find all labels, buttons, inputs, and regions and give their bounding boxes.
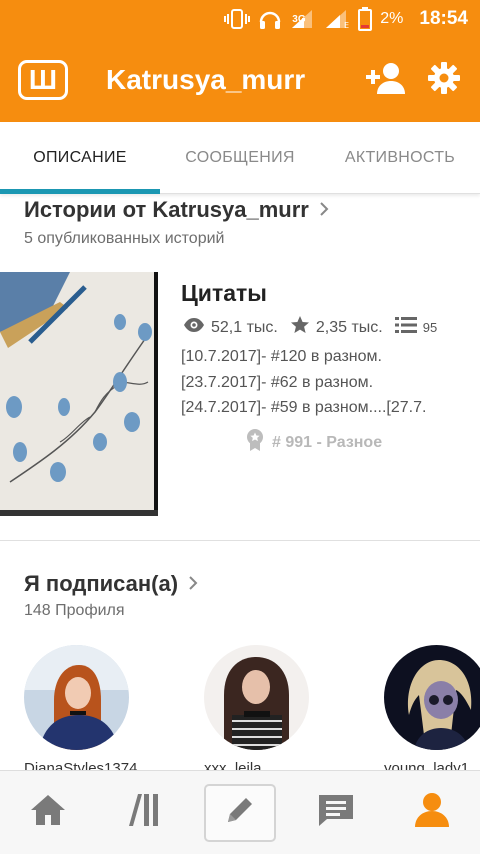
parts-count: 95 [422,320,438,335]
gear-icon [428,61,460,99]
add-person-icon [366,61,406,100]
profile-tabs: ОПИСАНИЕ СООБЩЕНИЯ АКТИВНОСТЬ [0,122,480,194]
settings-button[interactable] [422,58,466,102]
vibrate-icon [224,8,251,30]
stories-title: Истории от Katrusya_murr [24,197,309,222]
story-description-line: [10.7.2017]- #120 в разном. [181,348,382,365]
nav-write[interactable] [192,771,288,854]
tab-activity[interactable]: АКТИВНОСТЬ [320,122,480,193]
nav-library[interactable] [96,771,192,854]
story-cover[interactable] [0,272,158,516]
bottom-nav [0,770,480,854]
follow-button[interactable] [364,58,408,102]
story-stats: 52,1 тыс. 2,35 тыс. 95 [183,315,449,340]
stories-count: 5 опубликованных историй [24,230,225,247]
avatar[interactable] [204,645,309,750]
list-icon [394,317,417,338]
nav-profile[interactable] [384,771,480,854]
following-header[interactable]: Я подписан(а) [24,571,198,597]
avatar[interactable] [24,645,129,750]
home-icon [29,793,67,832]
signal-icon: E [324,8,350,30]
wattpad-logo[interactable]: Ш [18,60,68,100]
story-description-line: [23.7.2017]- #62 в разном. [181,374,374,391]
nav-messages[interactable] [288,771,384,854]
votes-count: 2,35 тыс. [315,318,383,336]
logo-letter: Ш [28,64,58,95]
app-bar: Ш Katrusya_murr [0,38,480,122]
battery-icon [358,7,373,31]
svg-text:E: E [344,21,349,30]
tab-description[interactable]: ОПИСАНИЕ [0,122,160,194]
eye-icon [183,317,205,338]
messages-icon [317,793,355,832]
clock: 18:54 [419,8,468,29]
reads-stat: 52,1 тыс. [183,317,278,338]
signal-icon: 3G [290,8,316,30]
status-bar: 3G E 2% 18:54 [0,0,480,38]
story-rank: # 991 - Разное [246,428,382,457]
star-icon [290,315,310,340]
chevron-right-icon [188,571,198,597]
votes-stat: 2,35 тыс. [290,315,383,340]
network-type: 3G [292,14,306,25]
nav-home[interactable] [0,771,96,854]
tab-messages[interactable]: СООБЩЕНИЯ [160,122,320,193]
story-title[interactable]: Цитаты [181,280,267,307]
profile-icon [413,792,451,833]
page-title: Katrusya_murr [106,64,306,95]
chevron-right-icon [319,197,329,223]
following-title: Я подписан(а) [24,571,179,596]
story-description-line: [24.7.2017]- #59 в разном....[27.7. [181,399,427,416]
headphones-icon [258,8,282,30]
stories-header[interactable]: Истории от Katrusya_murr [24,197,329,223]
library-icon [126,792,162,833]
avatar[interactable] [384,645,480,750]
pencil-icon [224,794,256,831]
write-button[interactable] [204,783,276,842]
reads-count: 52,1 тыс. [211,318,278,336]
rank-text: # 991 - Разное [272,433,383,451]
ribbon-badge-icon [246,428,264,457]
section-divider [0,540,480,541]
battery-level: 2% [380,10,404,27]
following-count: 148 Профиля [24,602,125,619]
parts-stat: 95 [394,317,438,338]
